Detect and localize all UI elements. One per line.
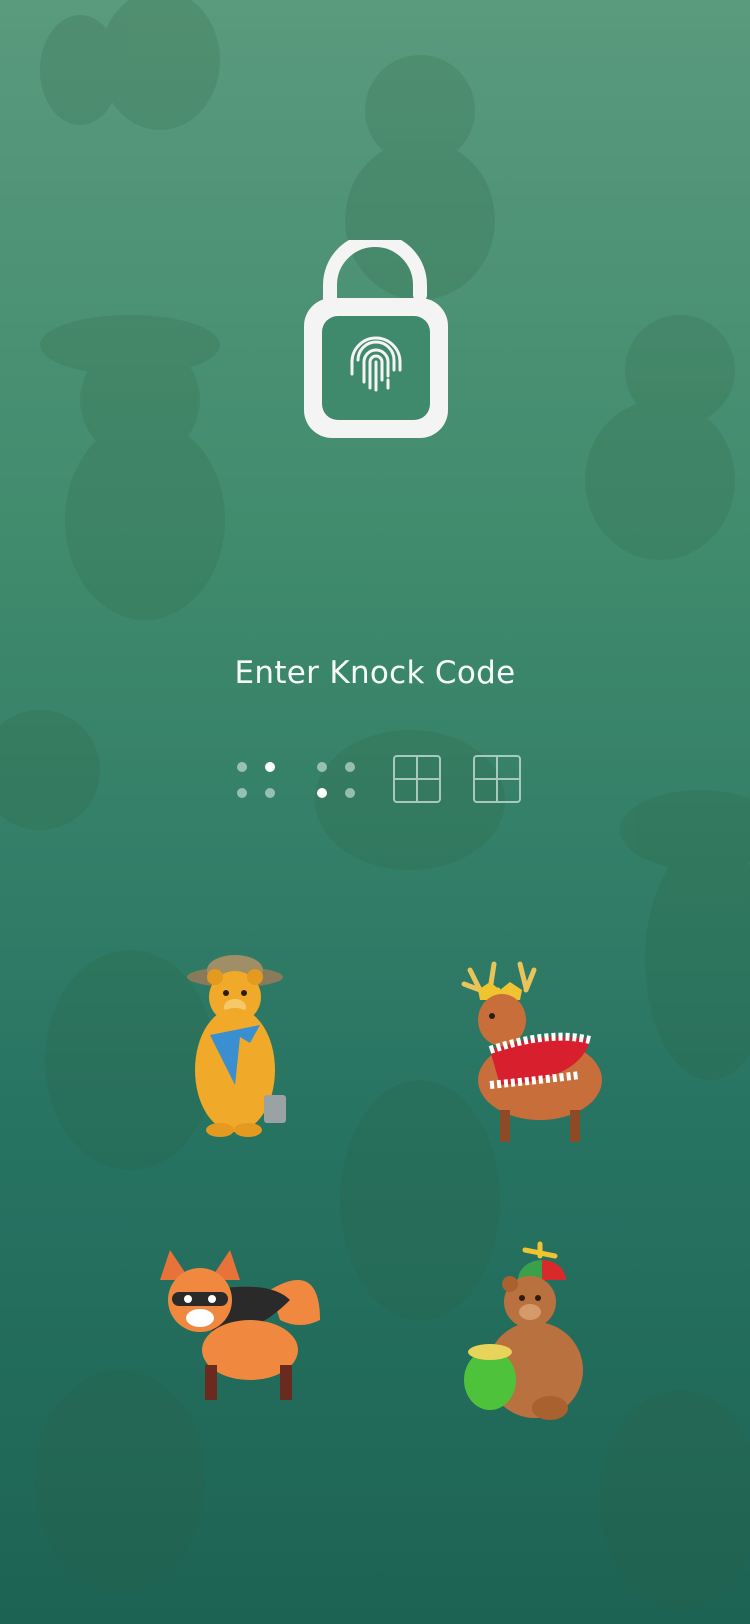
knock-code-screen: Enter Knock Code [0, 0, 750, 1624]
code-progress-indicator [237, 755, 521, 803]
progress-dot-1 [237, 762, 275, 798]
raccoon-fox-icon [160, 1250, 320, 1400]
page-title: Enter Knock Code [234, 655, 516, 691]
progress-grid-4 [473, 755, 521, 803]
tap-zone-bear-propeller-hat[interactable] [440, 1240, 630, 1430]
progress-grid-3 [393, 755, 441, 803]
reindeer-king-icon [461, 961, 602, 1142]
fingerprint-unlock-icon[interactable] [300, 240, 452, 445]
progress-dot-2 [317, 762, 355, 798]
tap-zone-bear-with-fish[interactable] [140, 955, 330, 1145]
bear-with-fish-icon [187, 955, 286, 1137]
bear-propeller-hat-icon [464, 1241, 583, 1420]
tap-zone-raccoon-fox[interactable] [150, 1240, 340, 1430]
tap-zone-reindeer[interactable] [430, 960, 620, 1150]
